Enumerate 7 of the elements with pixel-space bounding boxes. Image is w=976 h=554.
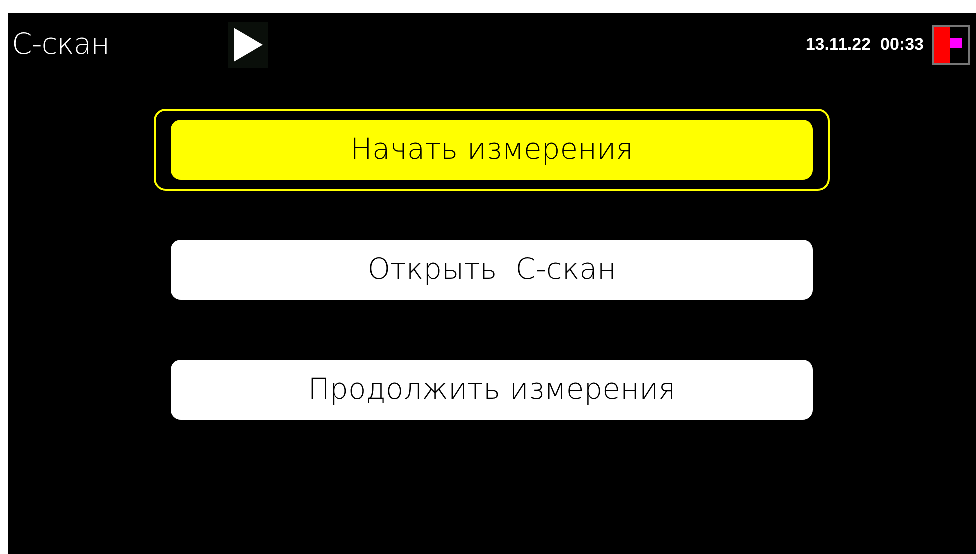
- battery-icon: [932, 25, 970, 65]
- menu-button[interactable]: Открыть С-скан: [171, 240, 813, 300]
- menu-button[interactable]: Начать измерения: [171, 120, 813, 180]
- play-icon[interactable]: [228, 22, 268, 68]
- screen-title: С-скан: [12, 26, 110, 64]
- date-time: 13.11.22 00:33: [806, 34, 924, 56]
- menu-button[interactable]: Продолжить измерения: [171, 360, 813, 420]
